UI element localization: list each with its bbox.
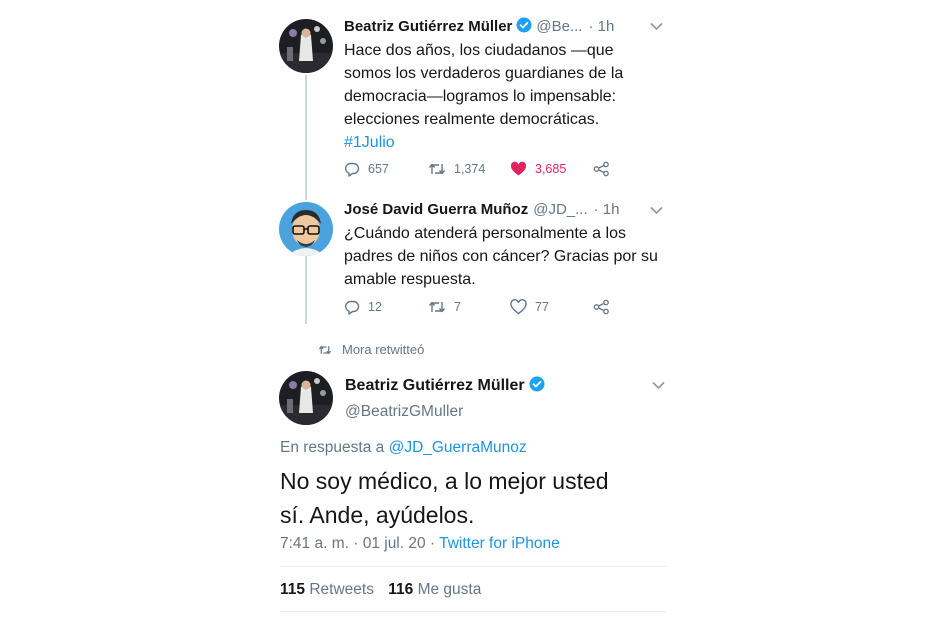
tweet-time[interactable]: · 1h bbox=[588, 18, 614, 35]
reply-action[interactable]: 657 bbox=[344, 161, 389, 177]
likes-label: Me gusta bbox=[417, 581, 482, 598]
reply-context: En respuesta a @JD_GuerraMunoz bbox=[280, 439, 527, 457]
retweet-icon bbox=[318, 345, 332, 354]
author-handle[interactable]: @BeatrizGMuller bbox=[345, 403, 463, 421]
chevron-down-icon[interactable] bbox=[650, 206, 663, 215]
retweet-icon bbox=[428, 301, 446, 313]
avatar-cartoon bbox=[279, 202, 333, 256]
likes-stat[interactable]: 116 Me gusta bbox=[388, 581, 481, 598]
heart-icon bbox=[510, 161, 527, 176]
retweet-action[interactable]: 1,374 bbox=[428, 161, 485, 177]
avatar[interactable] bbox=[279, 202, 333, 256]
like-action[interactable]: 3,685 bbox=[510, 161, 566, 177]
reply-count: 657 bbox=[368, 162, 389, 176]
avatar-photo bbox=[279, 19, 333, 73]
main-tweet-text-line2: sí. Ande, ayúdelos. bbox=[280, 502, 475, 528]
reply-to-link[interactable]: @JD_GuerraMunoz bbox=[389, 439, 527, 456]
main-tweet-text: No soy médico, a lo mejor usted sí. Ande… bbox=[280, 464, 609, 532]
avatar-photo bbox=[279, 371, 333, 425]
like-action[interactable]: 77 bbox=[510, 299, 549, 315]
divider bbox=[280, 566, 666, 567]
reply-icon bbox=[345, 162, 360, 177]
author-handle[interactable]: @JD_... bbox=[533, 201, 587, 218]
tweet-time[interactable]: · 1h bbox=[594, 201, 620, 218]
retweet-notice-text: Mora retwitteó bbox=[342, 342, 425, 357]
verified-badge-icon bbox=[516, 17, 532, 33]
divider bbox=[280, 611, 666, 612]
reply-action[interactable]: 12 bbox=[344, 299, 382, 315]
tweet-timestamp[interactable]: 7:41 a. m. · 01 jul. 20 · bbox=[280, 535, 435, 552]
retweet-count: 7 bbox=[454, 300, 461, 314]
thread-line bbox=[305, 75, 307, 200]
author-name[interactable]: José David Guerra Muñoz bbox=[344, 201, 528, 218]
client-link[interactable]: Twitter for iPhone bbox=[439, 535, 560, 552]
retweet-count: 1,374 bbox=[454, 162, 486, 176]
main-tweet-header: Beatriz Gutiérrez Müller bbox=[345, 376, 549, 395]
engagement-stats: 115 Retweets 116 Me gusta bbox=[280, 581, 481, 599]
share-action[interactable] bbox=[593, 161, 618, 177]
retweet-notice[interactable]: Mora retwitteó bbox=[318, 342, 424, 357]
hashtag-link[interactable]: #1Julio bbox=[344, 134, 395, 151]
share-icon bbox=[593, 299, 609, 315]
tweet-text-content: ¿Cuándo atenderá personalmente a los pad… bbox=[344, 225, 658, 288]
heart-icon bbox=[510, 299, 527, 315]
retweets-label: Retweets bbox=[309, 581, 374, 598]
tweet-meta: 7:41 a. m. · 01 jul. 20 · Twitter for iP… bbox=[280, 535, 560, 553]
tweet-header: José David Guerra Muñoz @JD_... · 1h bbox=[344, 201, 664, 221]
tweet-text-content: Hace dos años, los ciudadanos —que somos… bbox=[344, 42, 624, 128]
likes-count: 116 bbox=[388, 581, 414, 598]
tweet-actions: 657 1,374 3,685 bbox=[344, 161, 624, 181]
author-name[interactable]: Beatriz Gutiérrez Müller bbox=[345, 377, 525, 394]
retweet-action[interactable]: 7 bbox=[428, 299, 461, 315]
avatar[interactable] bbox=[279, 371, 333, 425]
tweet-text: Hace dos años, los ciudadanos —que somos… bbox=[344, 39, 654, 154]
tweet-header: Beatriz Gutiérrez Müller @Be... · 1h bbox=[344, 17, 664, 37]
reply-prefix: En respuesta a bbox=[280, 439, 385, 456]
like-count: 3,685 bbox=[535, 162, 567, 176]
author-handle[interactable]: @Be... bbox=[536, 18, 582, 35]
tweet-text: ¿Cuándo atenderá personalmente a los pad… bbox=[344, 222, 666, 291]
tweet-actions: 12 7 77 bbox=[344, 299, 624, 319]
author-name[interactable]: Beatriz Gutiérrez Müller bbox=[344, 18, 512, 35]
share-icon bbox=[593, 161, 609, 177]
retweets-stat[interactable]: 115 Retweets bbox=[280, 581, 374, 598]
share-action[interactable] bbox=[593, 299, 618, 315]
verified-badge-icon bbox=[529, 376, 545, 392]
reply-count: 12 bbox=[368, 300, 382, 314]
chevron-down-icon[interactable] bbox=[650, 22, 663, 31]
reply-icon bbox=[345, 300, 360, 315]
main-tweet-text-line1: No soy médico, a lo mejor usted bbox=[280, 468, 609, 494]
retweets-count: 115 bbox=[280, 581, 306, 598]
thread-line bbox=[305, 256, 307, 324]
like-count: 77 bbox=[535, 300, 549, 314]
retweet-icon bbox=[428, 163, 446, 175]
avatar[interactable] bbox=[279, 19, 333, 73]
chevron-down-icon[interactable] bbox=[652, 381, 665, 390]
